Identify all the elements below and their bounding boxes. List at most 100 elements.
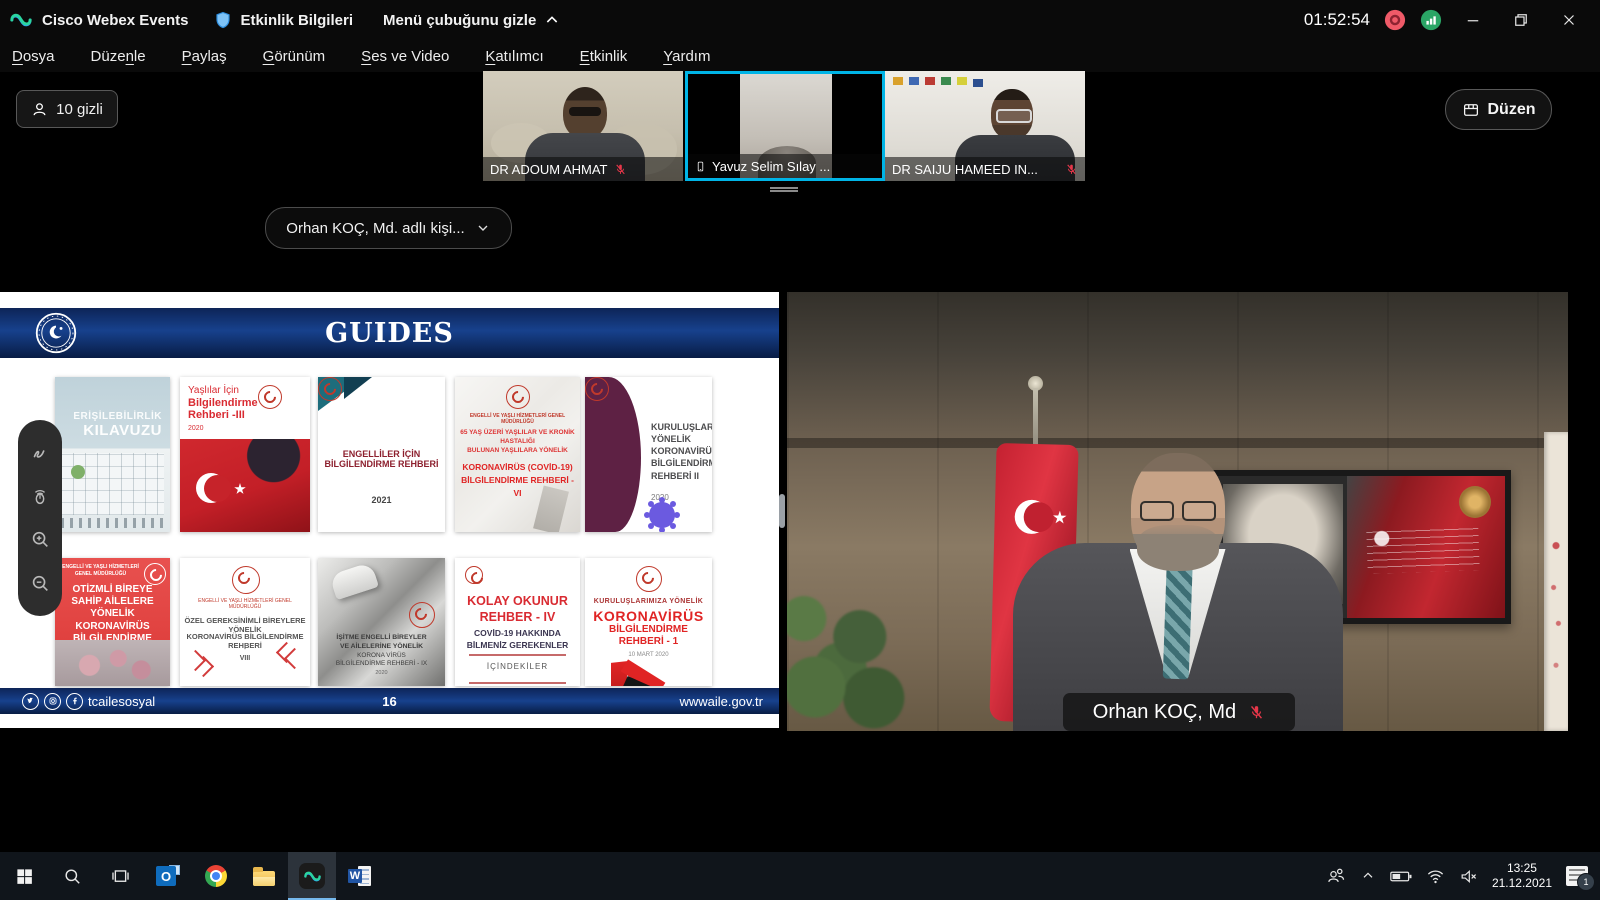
sunglasses <box>569 107 601 116</box>
main-speaker-video[interactable]: Orhan KOÇ, Md <box>787 292 1568 731</box>
participant-name: Yavuz Selim Sılay ... <box>712 159 830 174</box>
ministry-logo-icon <box>318 377 342 401</box>
chrome-taskbar-icon[interactable] <box>192 852 240 900</box>
ministry-logo-icon <box>232 566 260 594</box>
guide-cover-ozel-gereksinimli: ENGELLİ VE YAŞLI HİZMETLERİ GENEL MÜDÜRL… <box>180 558 310 686</box>
speaker-name: Orhan KOÇ, Md <box>1093 701 1236 724</box>
outlook-taskbar-icon[interactable]: O <box>144 852 192 900</box>
speaker-eyeglasses <box>1138 501 1218 521</box>
guide-cover-65-yas: ENGELLİ VE YAŞLI HİZMETLERİ GENEL MÜDÜRL… <box>455 377 580 532</box>
event-info-shield-icon <box>214 11 232 29</box>
flag-photo <box>180 439 310 532</box>
side-banner <box>1544 432 1568 731</box>
website-url: wwwaile.gov.tr <box>679 694 763 709</box>
gold-emblem <box>1459 486 1491 518</box>
zoom-in-icon[interactable] <box>29 529 51 551</box>
menu-duzenle[interactable]: Düzenle <box>91 48 146 65</box>
figures-strip <box>61 518 164 528</box>
slide-footer-bar: 16 tcailesosyal wwwaile.gov.tr <box>0 688 779 714</box>
menu-yardim[interactable]: Yardım <box>663 48 710 65</box>
word-taskbar-icon[interactable]: W <box>336 852 384 900</box>
menu-gorunum[interactable]: Görünüm <box>263 48 326 65</box>
app-title: Cisco Webex Events <box>42 12 188 29</box>
ministry-emblem-icon <box>34 311 78 355</box>
shared-presentation: GUIDES ERİŞİLEBİLİRLİK KILAVUZU Yaşlılar… <box>0 292 779 728</box>
speaker-beard <box>1137 525 1219 571</box>
participant-video-dr-adoum-ahmat[interactable]: DR ADOUM AHMAT <box>483 71 683 181</box>
chevron-down-icon <box>475 220 491 236</box>
taskbar-search-button[interactable] <box>48 852 96 900</box>
hearing-aid-photo <box>329 562 379 600</box>
menu-ses-ve-video[interactable]: Ses ve Video <box>361 48 449 65</box>
menu-dosya[interactable]: Dosya <box>12 48 55 65</box>
menu-paylas[interactable]: Paylaş <box>182 48 227 65</box>
mic-muted-icon <box>1065 162 1078 177</box>
active-speaker-dropdown[interactable]: Orhan KOÇ, Md. adlı kişi... <box>265 207 512 249</box>
guide-cover-engelliler: ENGELLİLER İÇİN BİLGİLENDİRME REHBERİ 20… <box>318 377 445 532</box>
task-view-button[interactable] <box>96 852 144 900</box>
speaker-head <box>1131 453 1225 569</box>
close-button[interactable] <box>1552 6 1586 34</box>
connection-quality-icon[interactable] <box>1420 9 1442 31</box>
ministry-logo-icon <box>585 377 609 401</box>
ministry-logo-icon <box>258 385 282 409</box>
layout-button[interactable]: Düzen <box>1445 89 1552 130</box>
slide-header-bar: GUIDES <box>0 308 779 358</box>
zoom-out-icon[interactable] <box>29 573 51 595</box>
webex-taskbar-icon-active[interactable] <box>288 852 336 900</box>
menu-katilimci[interactable]: Katılımcı <box>485 48 543 65</box>
speaker-figure <box>1008 421 1348 731</box>
volume-muted-icon[interactable] <box>1459 867 1478 886</box>
laser-pointer-icon[interactable] <box>29 485 51 507</box>
tray-expand-chevron-icon[interactable] <box>1360 868 1376 884</box>
ministry-logo-icon <box>409 602 435 628</box>
guide-cover-otizmli: ENGELLİ VE YAŞLI HİZMETLERİ GENEL MÜDÜRL… <box>55 558 170 686</box>
annotate-pen-icon[interactable] <box>29 441 51 463</box>
floor-plan-graphic <box>61 453 164 515</box>
restore-button[interactable] <box>1504 6 1538 34</box>
slide-page-number: 16 <box>0 694 779 709</box>
divider-line <box>469 654 566 656</box>
wall-posters <box>893 77 903 85</box>
ministry-logo-icon <box>465 566 483 584</box>
wifi-icon[interactable] <box>1426 867 1445 886</box>
phone-device-icon <box>695 159 706 174</box>
pane-divider-scrollbar[interactable] <box>779 494 785 528</box>
start-button[interactable] <box>0 852 48 900</box>
menu-bar: Dosya Düzenle Paylaş Görünüm Ses ve Vide… <box>0 40 1600 72</box>
hide-menu-button[interactable]: Menü çubuğunu gizle <box>383 12 560 29</box>
flowers-photo <box>55 640 170 686</box>
slide-title: GUIDES <box>0 318 779 349</box>
speaker-name-bar: Orhan KOÇ, Md <box>1063 693 1295 731</box>
participant-name: DR SAIJU HAMEED IN... <box>892 162 1059 177</box>
filmstrip-drag-handle[interactable] <box>770 186 798 194</box>
tray-clock[interactable]: 13:25 21.12.2021 <box>1492 861 1552 891</box>
event-info-button[interactable]: Etkinlik Bilgileri <box>240 12 353 29</box>
webex-logo-icon <box>10 9 32 31</box>
recording-indicator-icon[interactable] <box>1384 9 1406 31</box>
guide-cover-kolay-okunur: KOLAY OKUNUR REHBER - IV COVİD-19 HAKKIN… <box>455 558 580 686</box>
participant-figure <box>563 87 607 139</box>
eyeglasses <box>996 109 1032 123</box>
guide-cover-erisilebilirlik: ERİŞİLEBİLİRLİK KILAVUZU <box>55 377 170 532</box>
file-explorer-taskbar-icon[interactable] <box>240 852 288 900</box>
mic-muted-icon <box>614 162 627 177</box>
virus-icon <box>649 502 675 528</box>
minimize-button[interactable] <box>1456 6 1490 34</box>
annotation-toolbar <box>18 420 62 616</box>
ministry-logo-icon <box>144 563 166 585</box>
webex-window: Cisco Webex Events Etkinlik Bilgileri Me… <box>0 0 1600 900</box>
menu-etkinlik[interactable]: Etkinlik <box>580 48 628 65</box>
hidden-participants-button[interactable]: 10 gizli <box>16 90 118 128</box>
ministry-logo-icon <box>636 566 662 592</box>
script-text-artwork <box>1366 526 1479 574</box>
people-tray-icon[interactable] <box>1326 866 1346 886</box>
participant-video-yavuz-selim-silay-active[interactable]: Yavuz Selim Sılay ... <box>685 71 885 181</box>
ministry-logo-icon <box>506 385 530 409</box>
participant-name-bar: Yavuz Selim Sılay ... <box>688 154 882 178</box>
action-center-icon[interactable]: 1 <box>1566 866 1588 886</box>
participant-video-dr-saiju-hameed[interactable]: DR SAIJU HAMEED IN... <box>885 71 1085 181</box>
battery-icon[interactable] <box>1390 870 1412 883</box>
meeting-timer: 01:52:54 <box>1304 10 1370 30</box>
mic-muted-icon <box>1248 703 1265 722</box>
